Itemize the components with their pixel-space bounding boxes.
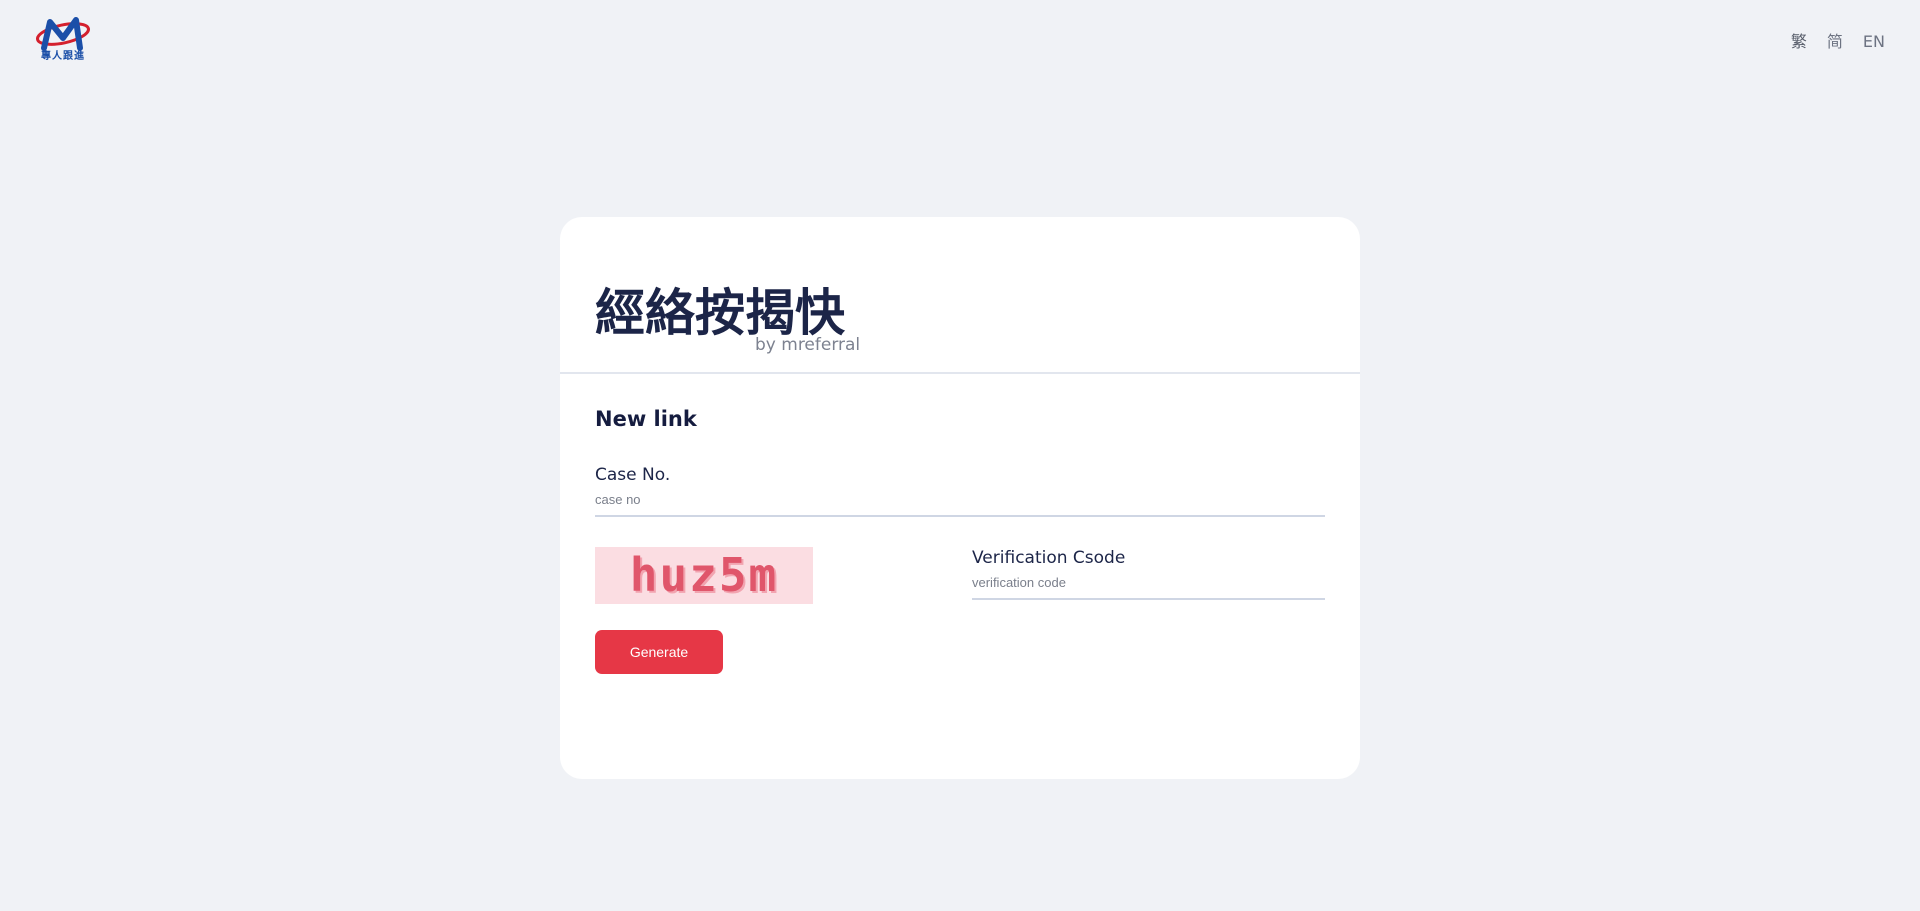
company-logo[interactable]: 專人跟進 [34, 16, 92, 66]
verification-code-label: Verification Csode [972, 548, 1126, 568]
logo-text: 專人跟進 [41, 51, 85, 62]
verification-code-input[interactable] [972, 569, 1325, 600]
lang-simplified-chinese[interactable]: 简 [1827, 32, 1843, 52]
brand-subtitle: by mreferral [755, 335, 861, 355]
captcha-text: huz5m [629, 548, 779, 602]
lang-traditional-chinese[interactable]: 繁 [1791, 32, 1807, 52]
section-title: New link [595, 407, 697, 431]
lang-english[interactable]: EN [1863, 32, 1885, 52]
captcha-image[interactable]: huz5m [595, 547, 813, 604]
language-switcher: 繁 简 EN [1791, 32, 1885, 52]
logo-mark-icon [35, 17, 91, 51]
case-no-input[interactable] [595, 486, 1325, 517]
case-no-field: Case No. [595, 464, 1325, 517]
card-header: 經絡按揭快 by mreferral [560, 217, 1360, 374]
page: 專人跟進 繁 简 EN 經絡按揭快 by mreferral New link … [0, 0, 1920, 911]
generate-button[interactable]: Generate [595, 630, 723, 674]
new-link-card: 經絡按揭快 by mreferral New link Case No. huz… [560, 217, 1360, 779]
case-no-label: Case No. [595, 465, 671, 485]
brand-title: 經絡按揭快 [595, 284, 845, 342]
verification-code-field: Verification Csode [972, 547, 1325, 600]
